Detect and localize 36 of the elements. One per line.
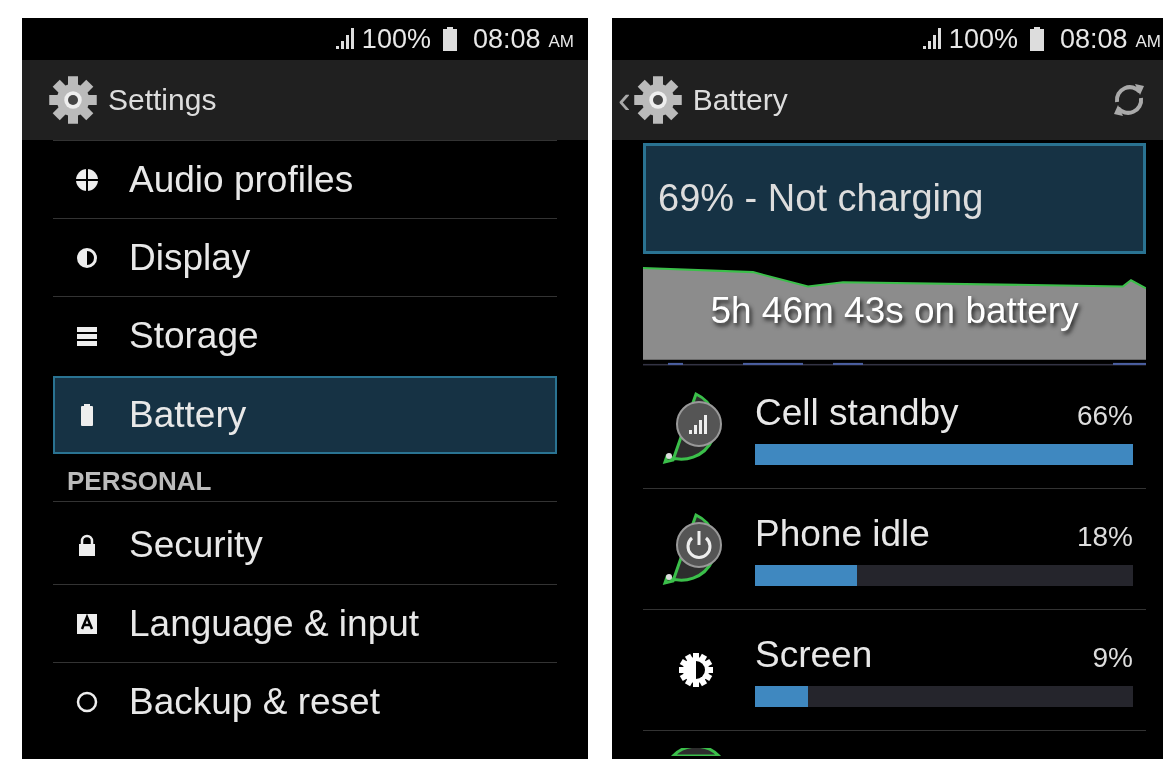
battery-percentage: 100% xyxy=(948,23,1018,55)
battery-percentage: 100% xyxy=(361,23,431,55)
battery-usage-item[interactable]: Phone idle 18% xyxy=(643,489,1146,610)
time-on-battery: 5h 46m 43s on battery xyxy=(709,290,1080,332)
charge-status-panel[interactable]: 69% - Not charging xyxy=(643,143,1146,254)
clock-meridiem: AM xyxy=(548,31,574,52)
app-icon xyxy=(671,748,721,756)
settings-icon xyxy=(48,75,98,125)
battery-usage-item[interactable]: Screen 9% xyxy=(643,610,1146,731)
back-button[interactable]: ‹ xyxy=(616,81,633,119)
usage-name: Phone idle xyxy=(755,512,930,555)
clock-time: 08:08 xyxy=(472,23,541,55)
settings-icon xyxy=(632,75,683,125)
usage-percentage: 9% xyxy=(1092,641,1133,674)
screen-title: Settings xyxy=(108,83,217,117)
battery-icon xyxy=(442,27,457,51)
settings-list-item[interactable]: Battery xyxy=(53,376,557,454)
settings-list-item[interactable]: Audio profiles xyxy=(53,140,557,218)
brightness-icon xyxy=(75,245,99,270)
audio-profile-icon xyxy=(75,167,99,192)
usage-name: Cell standby xyxy=(755,391,959,434)
settings-list-item[interactable]: Storage xyxy=(53,296,557,374)
screen-title: Battery xyxy=(692,83,788,117)
battery-usage-item[interactable]: Cell standby 66% xyxy=(643,368,1146,489)
settings-list-item[interactable]: Security xyxy=(53,506,557,584)
battery-icon xyxy=(1029,27,1044,51)
section-header: PERSONAL xyxy=(53,456,557,502)
settings-list-item[interactable]: Language & input xyxy=(53,584,557,662)
settings-list-item[interactable]: Backup & reset xyxy=(53,662,557,740)
clock-time: 08:08 xyxy=(1059,23,1128,55)
usage-percentage: 18% xyxy=(1076,520,1133,553)
usage-percentage: 66% xyxy=(1076,399,1133,432)
clock-meridiem: AM xyxy=(1135,31,1161,52)
usage-name: Screen xyxy=(755,633,873,676)
keyboard-letter-icon xyxy=(75,611,99,636)
settings-list-item[interactable]: Display xyxy=(53,218,557,296)
